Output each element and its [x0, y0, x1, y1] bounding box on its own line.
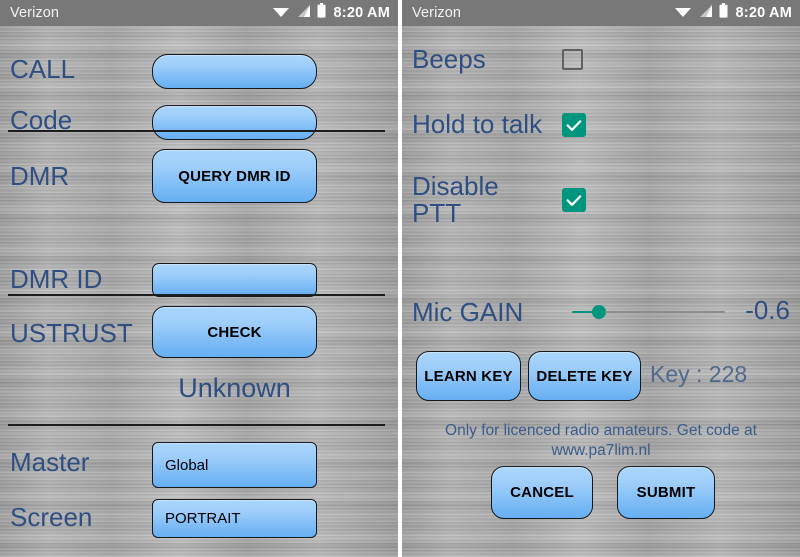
checkbox-beeps[interactable] — [562, 49, 583, 70]
label-ustrust: USTRUST — [10, 318, 133, 349]
row-screen: Screen PORTRAIT — [0, 496, 398, 540]
label-dmr-id: DMR ID — [10, 264, 103, 295]
checkbox-hold-to-talk[interactable] — [562, 113, 586, 137]
row-ustrust: USTRUST CHECK — [0, 306, 398, 362]
check-icon — [566, 119, 582, 131]
right-panel: Verizon 8:20 AM Beeps Hold to talk Disab… — [402, 0, 800, 557]
code-input[interactable] — [152, 105, 317, 140]
carrier-label: Verizon — [10, 5, 60, 21]
status-bar-right: Verizon 8:20 AM — [402, 0, 800, 26]
label-mic-gain: Mic GAIN — [412, 297, 524, 328]
battery-icon — [317, 3, 326, 23]
clock-label: 8:20 AM — [333, 5, 390, 21]
row-dmr: DMR QUERY DMR ID — [0, 149, 398, 205]
wifi-icon — [272, 4, 290, 23]
label-master: Master — [10, 447, 90, 478]
screen-spinner[interactable]: PORTRAIT — [152, 499, 317, 538]
signal-icon — [698, 4, 713, 23]
label-call: CALL — [10, 54, 76, 85]
row-key-buttons: LEARN KEY DELETE KEY Key : 228 — [402, 351, 800, 405]
label-screen: Screen — [10, 502, 93, 533]
divider-2 — [8, 294, 385, 296]
right-panel-content: Beeps Hold to talk Disable PTT Mic GAIN … — [402, 26, 800, 557]
left-panel-content: CALL Code DMR QUERY DMR ID DMR ID USTRUS… — [0, 26, 398, 557]
call-input[interactable] — [152, 54, 317, 89]
label-beeps: Beeps — [412, 44, 486, 75]
signal-icon — [296, 4, 311, 23]
left-panel: Verizon 8:20 AM CALL Code DMR QUERY DMR … — [0, 0, 398, 557]
mic-gain-value: -0.6 — [745, 295, 790, 325]
slider-fill — [572, 310, 594, 314]
footnote: Only for licenced radio amateurs. Get co… — [402, 421, 800, 462]
divider-3 — [8, 424, 385, 426]
row-call: CALL — [0, 48, 398, 92]
row-master: Master Global — [0, 438, 398, 488]
footnote-line-2: www.pa7lim.nl — [551, 442, 651, 460]
slider-track — [605, 311, 725, 313]
status-bar-icons: 8:20 AM — [272, 3, 390, 23]
master-spinner[interactable]: Global — [152, 442, 317, 488]
row-mic-gain: Mic GAIN -0.6 — [402, 291, 800, 335]
slider-thumb[interactable] — [592, 305, 606, 319]
learn-key-button[interactable]: LEARN KEY — [416, 351, 521, 401]
checkbox-disable-ptt[interactable] — [562, 188, 586, 212]
delete-key-button[interactable]: DELETE KEY — [528, 351, 641, 401]
check-button[interactable]: CHECK — [152, 306, 317, 358]
row-code: Code — [0, 99, 398, 143]
check-icon — [566, 194, 582, 206]
key-status: Key : 228 — [650, 361, 748, 387]
label-disable-ptt: Disable PTT — [412, 170, 499, 228]
row-disable-ptt: Disable PTT — [402, 166, 800, 234]
label-dmr: DMR — [10, 161, 70, 192]
submit-button[interactable]: SUBMIT — [617, 466, 715, 519]
row-actions: CANCEL SUBMIT — [402, 466, 800, 520]
battery-icon — [719, 3, 728, 23]
dmr-id-input[interactable] — [152, 263, 317, 297]
row-beeps: Beeps — [402, 38, 800, 82]
clock-label: 8:20 AM — [735, 5, 792, 21]
label-hold-to-talk: Hold to talk — [412, 109, 543, 140]
status-bar-left: Verizon 8:20 AM — [0, 0, 398, 26]
wifi-icon — [674, 4, 692, 23]
footnote-line-1: Only for licenced radio amateurs. Get co… — [445, 422, 757, 439]
app-screenshot: Verizon 8:20 AM CALL Code DMR QUERY DMR … — [0, 0, 800, 557]
query-dmr-id-button[interactable]: QUERY DMR ID — [152, 149, 317, 203]
row-hold-to-talk: Hold to talk — [402, 103, 800, 147]
cancel-button[interactable]: CANCEL — [491, 466, 593, 519]
ustrust-status: Unknown — [178, 373, 291, 403]
divider-1 — [8, 130, 385, 132]
carrier-label: Verizon — [412, 5, 462, 21]
mic-gain-slider[interactable] — [572, 305, 732, 319]
status-bar-icons: 8:20 AM — [674, 3, 792, 23]
